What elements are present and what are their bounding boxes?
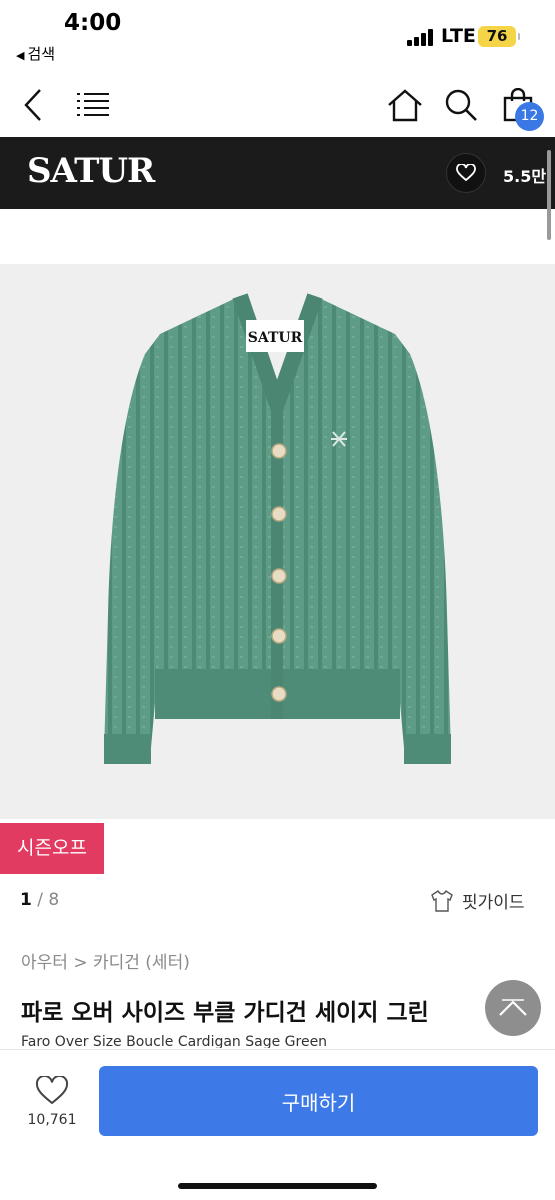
- season-off-badge: 시즌오프: [0, 823, 104, 874]
- brand-banner[interactable]: SATUR 5.5만: [0, 137, 555, 209]
- category-breadcrumb[interactable]: 아우터 > 카디건 (세터): [21, 948, 190, 973]
- brand-like-count: 5.5만: [503, 167, 547, 186]
- search-icon: [445, 89, 477, 121]
- hamburger-menu-icon: [77, 93, 109, 116]
- back-app-label: 검색: [27, 45, 56, 63]
- wishlist-count: 10,761: [27, 1112, 77, 1128]
- status-time: 4:00: [64, 10, 122, 36]
- shirt-icon: [431, 889, 453, 912]
- pager-total: / 8: [31, 890, 60, 910]
- product-title: 파로 오버 사이즈 부클 가디건 세이지 그린: [21, 1000, 429, 1026]
- fit-guide-link[interactable]: 핏가이드: [430, 888, 525, 913]
- menu-button[interactable]: [70, 82, 116, 128]
- chevron-left-icon: [24, 89, 41, 121]
- product-image[interactable]: SATUR: [0, 264, 555, 819]
- back-button[interactable]: [10, 82, 56, 128]
- brand-logo: SATUR: [27, 151, 155, 191]
- signal-icon: [407, 28, 435, 46]
- home-icon: [388, 89, 422, 122]
- fit-guide-label: 핏가이드: [462, 893, 525, 913]
- home-button[interactable]: [382, 82, 428, 128]
- garment-label-text: SATUR: [248, 330, 303, 346]
- back-to-app-link[interactable]: ◀ 검색: [16, 43, 55, 64]
- cart-count-badge: 12: [515, 102, 544, 131]
- brand-like-button[interactable]: [446, 153, 486, 193]
- chevron-up-icon: [499, 999, 527, 1016]
- back-triangle-icon: ◀: [16, 49, 25, 62]
- status-bar: 4:00 ◀ 검색 LTE 76: [0, 0, 555, 70]
- heart-outline-icon: [35, 1074, 69, 1105]
- network-label: LTE: [441, 25, 476, 47]
- buy-button[interactable]: 구매하기: [99, 1066, 538, 1136]
- image-pager: 1 / 8: [20, 890, 59, 910]
- product-title-english: Faro Over Size Boucle Cardigan Sage Gree…: [21, 1034, 328, 1048]
- battery-icon: 76: [478, 26, 520, 47]
- heart-icon: [456, 164, 476, 182]
- home-indicator: [178, 1183, 377, 1189]
- bottom-action-bar: 10,761 구매하기: [0, 1049, 555, 1200]
- cardigan-illustration: SATUR: [104, 293, 451, 764]
- nav-bar: [0, 72, 555, 136]
- search-button[interactable]: [438, 82, 484, 128]
- pager-current: 1: [20, 890, 32, 910]
- scrollbar-thumb[interactable]: [547, 150, 551, 240]
- scroll-top-button[interactable]: [485, 980, 541, 1036]
- wishlist-button[interactable]: 10,761: [20, 1074, 84, 1128]
